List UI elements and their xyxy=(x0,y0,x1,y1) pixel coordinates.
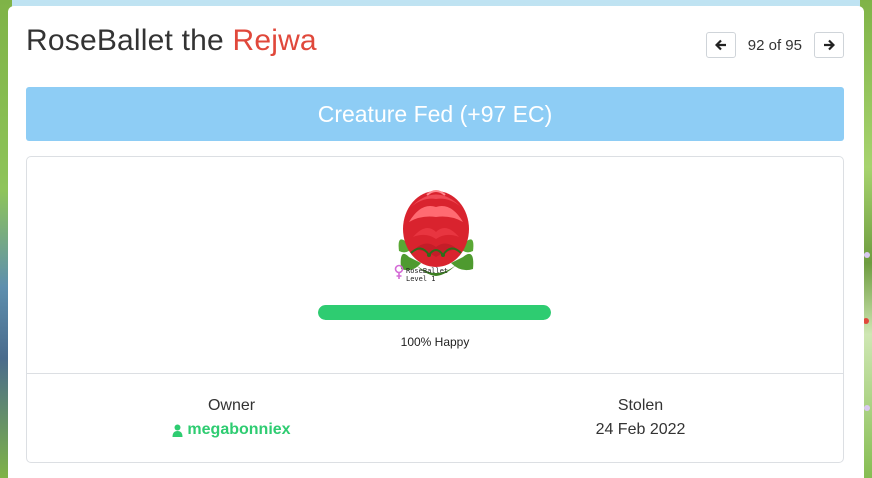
status-banner: Creature Fed (+97 EC) xyxy=(26,87,844,141)
creature-name: RoseBallet the xyxy=(26,24,233,57)
owner-label: Owner xyxy=(207,397,256,414)
happiness-label: 100% Happy xyxy=(400,335,470,349)
creature-species: Rejwa xyxy=(232,24,317,57)
creature-caption-level: Level 1 xyxy=(406,275,436,283)
creature-caption: RoseBallet Level 1 xyxy=(394,267,448,283)
happiness-bar xyxy=(318,305,551,320)
owner-name: megabonniex xyxy=(187,421,291,438)
stolen-section: Stolen 24 Feb 2022 xyxy=(436,397,845,439)
arrow-right-icon xyxy=(824,39,835,51)
next-button[interactable] xyxy=(814,32,844,58)
stolen-label: Stolen xyxy=(617,397,664,414)
creature-display: RoseBallet Level 1 100% Happy xyxy=(27,157,843,374)
background-flower xyxy=(864,252,870,258)
creature-card: RoseBallet the Rejwa 92 of 95 Creature F… xyxy=(8,6,864,478)
page-title: RoseBallet the Rejwa xyxy=(26,24,317,58)
creature-panel: RoseBallet Level 1 100% Happy Owner mega… xyxy=(26,156,844,463)
happiness-fill xyxy=(318,305,551,320)
owner-section: Owner megabonniex xyxy=(27,397,436,442)
owner-link[interactable]: megabonniex xyxy=(172,421,291,439)
pager-position: 92 of 95 xyxy=(747,36,802,54)
prev-button[interactable] xyxy=(705,32,736,58)
stolen-date: 24 Feb 2022 xyxy=(595,421,686,438)
pager: 92 of 95 xyxy=(705,32,844,58)
arrow-left-icon xyxy=(714,39,726,51)
user-icon xyxy=(172,424,183,437)
creature-caption-name: RoseBallet xyxy=(406,267,449,275)
background-flower xyxy=(864,405,870,411)
